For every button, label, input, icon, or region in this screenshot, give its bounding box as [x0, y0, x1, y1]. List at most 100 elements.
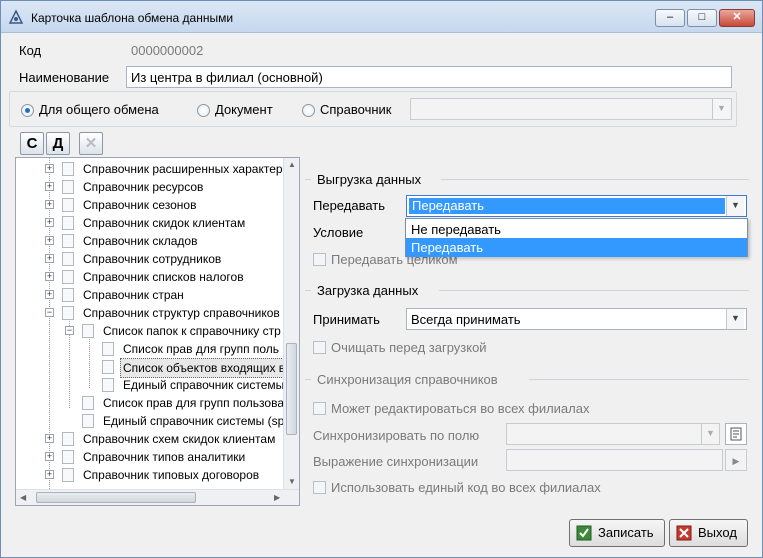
directory-tree[interactable]: + Справочник расширенных характер + Спра… [15, 157, 300, 506]
chevron-right-icon: ▶ [732, 456, 740, 466]
radio-directory[interactable] [302, 104, 315, 117]
dropdown-option[interactable]: Не передавать [406, 220, 747, 239]
chevron-down-icon[interactable]: ▼ [712, 99, 730, 119]
chevron-down-icon[interactable]: ▼ [726, 196, 744, 216]
minimize-button[interactable]: – [655, 9, 685, 27]
transfer-dropdown-list[interactable]: Не передавать Передавать [405, 218, 748, 257]
folder-icon [62, 270, 74, 284]
document-icon [82, 396, 94, 410]
tree-line [89, 336, 90, 388]
expand-icon[interactable]: + [45, 182, 54, 191]
accept-label: Принимать [313, 312, 380, 327]
editable-all-branches-checkbox[interactable] [313, 402, 326, 415]
tree-vertical-scrollbar[interactable]: ▲ ▼ [283, 158, 299, 489]
clear-before-import-checkbox[interactable] [313, 341, 326, 354]
expand-icon[interactable]: + [45, 218, 54, 227]
chevron-down-icon[interactable]: ▼ [726, 309, 744, 329]
radio-directory-label[interactable]: Справочник [320, 102, 392, 117]
folder-icon [62, 234, 74, 248]
transfer-select[interactable]: Передавать [406, 195, 747, 217]
sync-by-field-label: Синхронизировать по полю [313, 428, 480, 443]
single-code-checkbox[interactable] [313, 481, 326, 494]
select-field-button[interactable] [725, 423, 747, 445]
collapse-icon[interactable]: − [65, 326, 74, 335]
folder-icon [62, 306, 74, 320]
expand-icon[interactable]: + [45, 164, 54, 173]
save-button-label: Записать [598, 525, 654, 540]
folder-icon [62, 216, 74, 230]
expression-open-button[interactable]: ▶ [725, 449, 747, 471]
radio-general-label[interactable]: Для общего обмена [39, 102, 159, 117]
scroll-down-icon[interactable]: ▼ [288, 477, 296, 486]
exchange-type-group: Для общего обмена Документ Справочник ▼ [9, 91, 737, 127]
separator [305, 290, 311, 291]
separator [305, 179, 311, 180]
single-code-label: Использовать единый код во всех филиалах [331, 480, 601, 495]
expand-icon[interactable]: + [45, 290, 54, 299]
transfer-whole-checkbox[interactable] [313, 253, 326, 266]
separator [305, 379, 311, 380]
folder-icon [62, 198, 74, 212]
document-icon [102, 378, 114, 392]
delete-button[interactable]: ✕ [79, 132, 103, 155]
directory-select[interactable] [410, 98, 732, 120]
sync-expression-input[interactable] [506, 449, 723, 471]
folder-icon [62, 252, 74, 266]
sync-by-field-select[interactable] [506, 423, 720, 445]
document-icon [102, 342, 114, 356]
expand-icon[interactable]: + [45, 254, 54, 263]
window-title: Карточка шаблона обмена данными [31, 11, 234, 25]
save-button[interactable]: Записать [569, 519, 665, 547]
transfer-label: Передавать [313, 198, 385, 213]
app-icon [9, 10, 23, 24]
save-icon [576, 525, 592, 541]
collapse-icon[interactable]: − [45, 308, 54, 317]
name-input[interactable]: Из центра в филиал (основной) [126, 66, 732, 88]
accept-select[interactable]: Всегда принимать [406, 308, 747, 330]
expand-icon[interactable]: + [45, 236, 54, 245]
create-button[interactable]: С [20, 132, 44, 155]
radio-document-label[interactable]: Документ [215, 102, 273, 117]
folder-icon [62, 450, 74, 464]
separator [529, 379, 749, 380]
title-bar: Карточка шаблона обмена данными – □ ✕ [1, 1, 762, 33]
clear-before-import-label: Очищать перед загрузкой [331, 340, 487, 355]
radio-document[interactable] [197, 104, 210, 117]
expand-icon[interactable]: + [45, 200, 54, 209]
folder-icon [62, 162, 74, 176]
import-section-title: Загрузка данных [317, 283, 419, 298]
close-button[interactable]: ✕ [719, 9, 755, 27]
maximize-button[interactable]: □ [687, 9, 717, 27]
expand-icon[interactable]: + [45, 452, 54, 461]
dropdown-option-selected[interactable]: Передавать [406, 238, 747, 257]
scroll-right-icon[interactable]: ▶ [274, 493, 280, 502]
expand-icon[interactable]: + [45, 434, 54, 443]
transfer-select-value: Передавать [409, 198, 725, 214]
edit-button[interactable]: Д [46, 132, 70, 155]
scroll-thumb[interactable] [286, 343, 297, 435]
exit-icon [676, 525, 692, 541]
exit-button-label: Выход [698, 525, 737, 540]
condition-label: Условие [313, 225, 364, 240]
document-icon [82, 414, 94, 428]
expand-icon[interactable]: + [45, 470, 54, 479]
radio-general[interactable] [21, 104, 34, 117]
name-label: Наименование [19, 70, 110, 85]
folder-icon [62, 288, 74, 302]
scroll-up-icon[interactable]: ▲ [288, 160, 296, 169]
scroll-thumb[interactable] [36, 492, 196, 503]
sync-expression-label: Выражение синхронизации [313, 454, 479, 469]
separator [439, 290, 749, 291]
expand-icon[interactable]: + [45, 272, 54, 281]
document-icon [102, 360, 114, 374]
folder-icon [62, 468, 74, 482]
exit-button[interactable]: Выход [669, 519, 748, 547]
document-icon [730, 427, 742, 441]
chevron-down-icon[interactable]: ▼ [701, 424, 719, 444]
folder-icon [82, 324, 94, 338]
sync-section-title: Синхронизация справочников [317, 372, 498, 387]
scroll-left-icon[interactable]: ◀ [20, 493, 26, 502]
code-value: 0000000002 [131, 43, 204, 58]
tree-horizontal-scrollbar[interactable]: ◀ ▶ [16, 489, 299, 505]
export-section-title: Выгрузка данных [317, 172, 422, 187]
